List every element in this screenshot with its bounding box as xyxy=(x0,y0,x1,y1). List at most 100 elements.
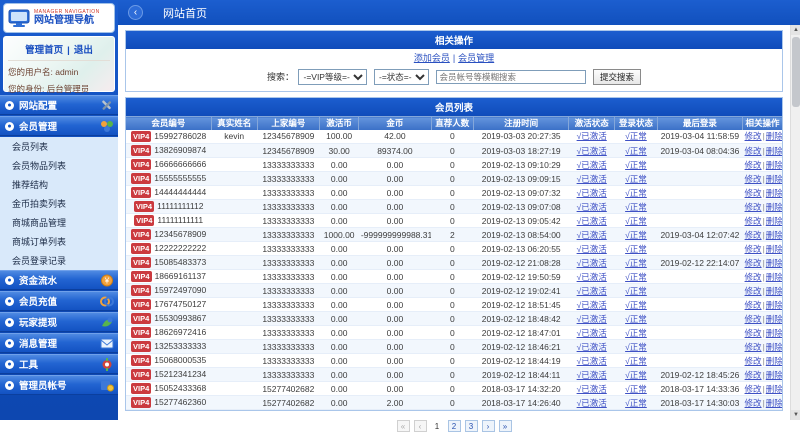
submit-search-button[interactable]: 提交搜索 xyxy=(593,69,641,85)
activation-status-link[interactable]: √已激活 xyxy=(577,272,607,282)
sidebar-item-0[interactable]: ●网站配置 xyxy=(0,95,118,115)
activation-status-link[interactable]: √已激活 xyxy=(577,314,607,324)
delete-link[interactable]: 删除 xyxy=(766,314,782,324)
delete-link[interactable]: 删除 xyxy=(766,160,782,170)
delete-link[interactable]: 删除 xyxy=(766,188,782,198)
search-input[interactable] xyxy=(436,70,586,84)
sidebar-item-3[interactable]: ●会员充值 xyxy=(0,291,118,311)
submenu-item[interactable]: 金币拍卖列表 xyxy=(0,194,118,213)
edit-link[interactable]: 修改 xyxy=(745,384,762,394)
status-select[interactable]: -=状态=- xyxy=(374,69,429,85)
sidebar-item-7[interactable]: ●管理员帐号 xyxy=(0,375,118,395)
edit-link[interactable]: 修改 xyxy=(745,314,762,324)
edit-link[interactable]: 修改 xyxy=(745,300,762,310)
delete-link[interactable]: 删除 xyxy=(766,384,782,394)
submenu-item[interactable]: 商城商品管理 xyxy=(0,213,118,232)
activation-status-link[interactable]: √已激活 xyxy=(577,188,607,198)
back-button[interactable]: ‹ xyxy=(128,5,143,20)
edit-link[interactable]: 修改 xyxy=(745,230,762,240)
scroll-down-icon[interactable]: ▼ xyxy=(791,410,800,420)
sidebar-item-5[interactable]: ●消息管理 xyxy=(0,333,118,353)
login-status-link[interactable]: √正常 xyxy=(625,174,647,184)
login-status-link[interactable]: √正常 xyxy=(625,342,647,352)
login-status-link[interactable]: √正常 xyxy=(625,258,647,268)
login-status-link[interactable]: √正常 xyxy=(625,146,647,156)
edit-link[interactable]: 修改 xyxy=(745,146,762,156)
login-status-link[interactable]: √正常 xyxy=(625,202,647,212)
delete-link[interactable]: 删除 xyxy=(766,258,782,268)
activation-status-link[interactable]: √已激活 xyxy=(577,131,607,141)
sidebar-item-6[interactable]: ●工具 xyxy=(0,354,118,374)
edit-link[interactable]: 修改 xyxy=(745,398,762,408)
edit-link[interactable]: 修改 xyxy=(745,160,762,170)
delete-link[interactable]: 删除 xyxy=(766,356,782,366)
activation-status-link[interactable]: √已激活 xyxy=(577,160,607,170)
admin-home-link[interactable]: 管理首页 xyxy=(25,45,63,56)
edit-link[interactable]: 修改 xyxy=(745,216,762,226)
delete-link[interactable]: 删除 xyxy=(766,272,782,282)
edit-link[interactable]: 修改 xyxy=(745,131,762,141)
activation-status-link[interactable]: √已激活 xyxy=(577,398,607,408)
edit-link[interactable]: 修改 xyxy=(745,174,762,184)
login-status-link[interactable]: √正常 xyxy=(625,286,647,296)
edit-link[interactable]: 修改 xyxy=(745,342,762,352)
login-status-link[interactable]: √正常 xyxy=(625,230,647,240)
login-status-link[interactable]: √正常 xyxy=(625,272,647,282)
submenu-item[interactable]: 商城订单列表 xyxy=(0,232,118,251)
activation-status-link[interactable]: √已激活 xyxy=(577,258,607,268)
edit-link[interactable]: 修改 xyxy=(745,286,762,296)
login-status-link[interactable]: √正常 xyxy=(625,370,647,380)
edit-link[interactable]: 修改 xyxy=(745,356,762,366)
vertical-scrollbar[interactable]: ▲ ▼ xyxy=(790,25,800,420)
activation-status-link[interactable]: √已激活 xyxy=(577,370,607,380)
page-button[interactable]: » xyxy=(499,420,512,432)
page-button[interactable]: › xyxy=(482,420,495,432)
logout-link[interactable]: 退出 xyxy=(74,45,93,56)
delete-link[interactable]: 删除 xyxy=(766,146,782,156)
submenu-item[interactable]: 推荐结构 xyxy=(0,175,118,194)
delete-link[interactable]: 删除 xyxy=(766,216,782,226)
login-status-link[interactable]: √正常 xyxy=(625,384,647,394)
login-status-link[interactable]: √正常 xyxy=(625,314,647,324)
delete-link[interactable]: 删除 xyxy=(766,244,782,254)
page-button[interactable]: 2 xyxy=(448,420,461,432)
edit-link[interactable]: 修改 xyxy=(745,258,762,268)
edit-link[interactable]: 修改 xyxy=(745,244,762,254)
activation-status-link[interactable]: √已激活 xyxy=(577,356,607,366)
login-status-link[interactable]: √正常 xyxy=(625,356,647,366)
submenu-item[interactable]: 会员列表 xyxy=(0,137,118,156)
sidebar-item-4[interactable]: ●玩家提现 xyxy=(0,312,118,332)
delete-link[interactable]: 删除 xyxy=(766,300,782,310)
login-status-link[interactable]: √正常 xyxy=(625,188,647,198)
edit-link[interactable]: 修改 xyxy=(745,328,762,338)
sidebar-item-2[interactable]: ●资金流水¥ xyxy=(0,270,118,290)
delete-link[interactable]: 删除 xyxy=(766,174,782,184)
login-status-link[interactable]: √正常 xyxy=(625,131,647,141)
delete-link[interactable]: 删除 xyxy=(766,286,782,296)
login-status-link[interactable]: √正常 xyxy=(625,216,647,226)
activation-status-link[interactable]: √已激活 xyxy=(577,146,607,156)
activation-status-link[interactable]: √已激活 xyxy=(577,216,607,226)
sidebar-item-1[interactable]: ●会员管理 xyxy=(0,116,118,136)
activation-status-link[interactable]: √已激活 xyxy=(577,202,607,212)
delete-link[interactable]: 删除 xyxy=(766,328,782,338)
activation-status-link[interactable]: √已激活 xyxy=(577,300,607,310)
submenu-item[interactable]: 会员登录记录 xyxy=(0,251,118,270)
delete-link[interactable]: 删除 xyxy=(766,342,782,352)
activation-status-link[interactable]: √已激活 xyxy=(577,342,607,352)
vip-level-select[interactable]: -=VIP等级=- xyxy=(298,69,367,85)
activation-status-link[interactable]: √已激活 xyxy=(577,174,607,184)
edit-link[interactable]: 修改 xyxy=(745,188,762,198)
delete-link[interactable]: 删除 xyxy=(766,131,782,141)
activation-status-link[interactable]: √已激活 xyxy=(577,328,607,338)
delete-link[interactable]: 删除 xyxy=(766,202,782,212)
delete-link[interactable]: 删除 xyxy=(766,398,782,408)
login-status-link[interactable]: √正常 xyxy=(625,398,647,408)
delete-link[interactable]: 删除 xyxy=(766,370,782,380)
add-member-link[interactable]: 添加会员 xyxy=(414,53,450,63)
edit-link[interactable]: 修改 xyxy=(745,202,762,212)
activation-status-link[interactable]: √已激活 xyxy=(577,230,607,240)
login-status-link[interactable]: √正常 xyxy=(625,160,647,170)
activation-status-link[interactable]: √已激活 xyxy=(577,244,607,254)
login-status-link[interactable]: √正常 xyxy=(625,328,647,338)
